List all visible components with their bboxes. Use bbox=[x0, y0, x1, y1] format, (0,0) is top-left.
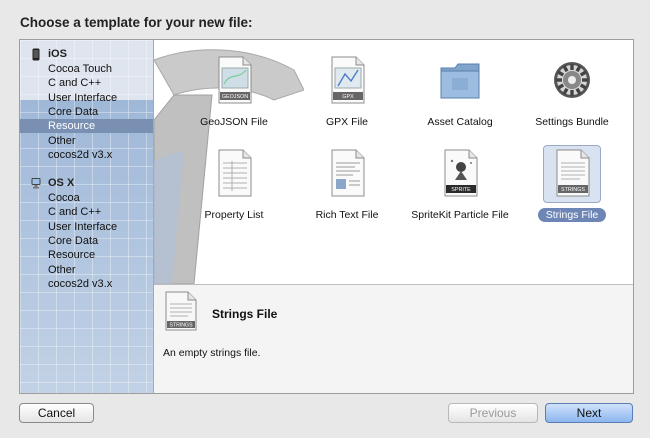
sidebar-group-os-x: OS X bbox=[20, 176, 153, 192]
svg-text:GPX: GPX bbox=[342, 94, 354, 100]
sidebar-group-label: iOS bbox=[48, 48, 67, 60]
sidebar-item-ios-other[interactable]: Other bbox=[20, 134, 153, 148]
sidebar-group-label: OS X bbox=[48, 177, 75, 189]
sidebar-item-osx-resource[interactable]: Resource bbox=[20, 248, 153, 262]
sidebar-item-osx-cocos2d-v3-x[interactable]: cocos2d v3.x bbox=[20, 277, 153, 291]
dialog-title: Choose a template for your new file: bbox=[20, 15, 253, 30]
sidebar-item-ios-c-and-c-[interactable]: C and C++ bbox=[20, 76, 153, 90]
svg-text:STRINGS: STRINGS bbox=[169, 323, 193, 329]
template-label: GPX File bbox=[325, 116, 368, 128]
template-spritekit-particle-file[interactable]: SPRITE SpriteKit Particle File bbox=[410, 143, 510, 223]
sidebar-item-osx-other[interactable]: Other bbox=[20, 263, 153, 277]
sidebar-item-ios-cocos2d-v3-x[interactable]: cocos2d v3.x bbox=[20, 148, 153, 162]
detail-title: Strings File bbox=[212, 307, 278, 321]
sidebar-item-label: C and C++ bbox=[48, 77, 102, 90]
sidebar-item-label: C and C++ bbox=[48, 206, 102, 219]
settings-gear-icon bbox=[554, 62, 590, 98]
template-property-list[interactable]: Property List bbox=[184, 143, 284, 223]
sidebar-item-label: Other bbox=[48, 134, 76, 147]
sidebar-item-osx-user-interface[interactable]: User Interface bbox=[20, 220, 153, 234]
next-button[interactable]: Next bbox=[545, 403, 633, 423]
strings-file-icon: STRINGS bbox=[556, 149, 590, 197]
sidebar-item-label: Other bbox=[48, 263, 76, 276]
sidebar-item-label: Cocoa bbox=[48, 192, 80, 204]
template-settings-bundle[interactable]: Settings Bundle bbox=[522, 50, 622, 130]
folder-icon bbox=[440, 63, 480, 99]
template-rich-text-file[interactable]: Rich Text File bbox=[297, 143, 397, 223]
cancel-button[interactable]: Cancel bbox=[19, 403, 94, 423]
template-detail: STRINGS Strings File An empty strings fi… bbox=[154, 285, 633, 393]
svg-text:STRINGS: STRINGS bbox=[561, 187, 585, 193]
sidebar-item-label: Cocoa Touch bbox=[48, 63, 113, 75]
template-label: SpriteKit Particle File bbox=[411, 209, 509, 221]
template-label: Settings Bundle bbox=[535, 116, 609, 128]
strings-file-icon: STRINGS bbox=[165, 291, 197, 331]
sidebar-item-label: Resource bbox=[48, 249, 96, 262]
template-chooser-panel: iOS Cocoa Touch C and C++ User Interface Cor… bbox=[19, 39, 634, 394]
template-grid: GEOJSON GeoJSON File GPX GPX File Asset Cata… bbox=[154, 40, 633, 284]
sidebar-item-ios-core-data[interactable]: Core Data bbox=[20, 105, 153, 119]
template-label: Rich Text File bbox=[315, 209, 379, 221]
sidebar-item-label: Core Data bbox=[48, 105, 99, 118]
sidebar-item-ios-resource[interactable]: Resource bbox=[20, 119, 153, 134]
svg-text:SPRITE: SPRITE bbox=[451, 187, 471, 193]
sidebar-item-osx-core-data[interactable]: Core Data bbox=[20, 234, 153, 248]
sprite-file-icon: SPRITE bbox=[444, 149, 478, 197]
sidebar-item-label: cocos2d v3.x bbox=[48, 277, 113, 290]
template-label: Property List bbox=[204, 209, 264, 221]
property-list-icon bbox=[218, 149, 252, 197]
geojson-file-icon: GEOJSON bbox=[218, 56, 252, 104]
sidebar-item-ios-cocoa-touch[interactable]: Cocoa Touch bbox=[20, 62, 153, 76]
sidebar-item-osx-c-and-c-[interactable]: C and C++ bbox=[20, 205, 153, 219]
gpx-file-icon: GPX bbox=[331, 56, 365, 104]
sidebar: iOS Cocoa Touch C and C++ User Interface Cor… bbox=[20, 40, 154, 393]
template-strings-file[interactable]: STRINGS Strings File bbox=[522, 143, 622, 223]
sidebar-group-ios: iOS bbox=[20, 47, 153, 63]
sidebar-item-ios-user-interface[interactable]: User Interface bbox=[20, 91, 153, 105]
sidebar-item-label: Core Data bbox=[48, 234, 99, 247]
template-geojson-file[interactable]: GEOJSON GeoJSON File bbox=[184, 50, 284, 130]
detail-description: An empty strings file. bbox=[163, 347, 261, 359]
template-asset-catalog[interactable]: Asset Catalog bbox=[410, 50, 510, 130]
sidebar-item-label: Resource bbox=[48, 120, 96, 133]
template-label: Asset Catalog bbox=[427, 116, 493, 128]
sidebar-item-osx-cocoa[interactable]: Cocoa bbox=[20, 191, 153, 205]
sidebar-item-label: User Interface bbox=[48, 91, 118, 104]
template-label: Strings File bbox=[522, 208, 622, 222]
sidebar-item-label: cocos2d v3.x bbox=[48, 148, 113, 161]
rich-text-file-icon bbox=[331, 149, 365, 197]
iphone-icon bbox=[32, 48, 40, 61]
previous-button[interactable]: Previous bbox=[448, 403, 538, 423]
template-label: GeoJSON File bbox=[200, 116, 268, 128]
mac-icon bbox=[31, 178, 41, 189]
svg-text:GEOJSON: GEOJSON bbox=[222, 94, 248, 100]
sidebar-item-label: User Interface bbox=[48, 220, 118, 233]
template-gpx-file[interactable]: GPX GPX File bbox=[297, 50, 397, 130]
